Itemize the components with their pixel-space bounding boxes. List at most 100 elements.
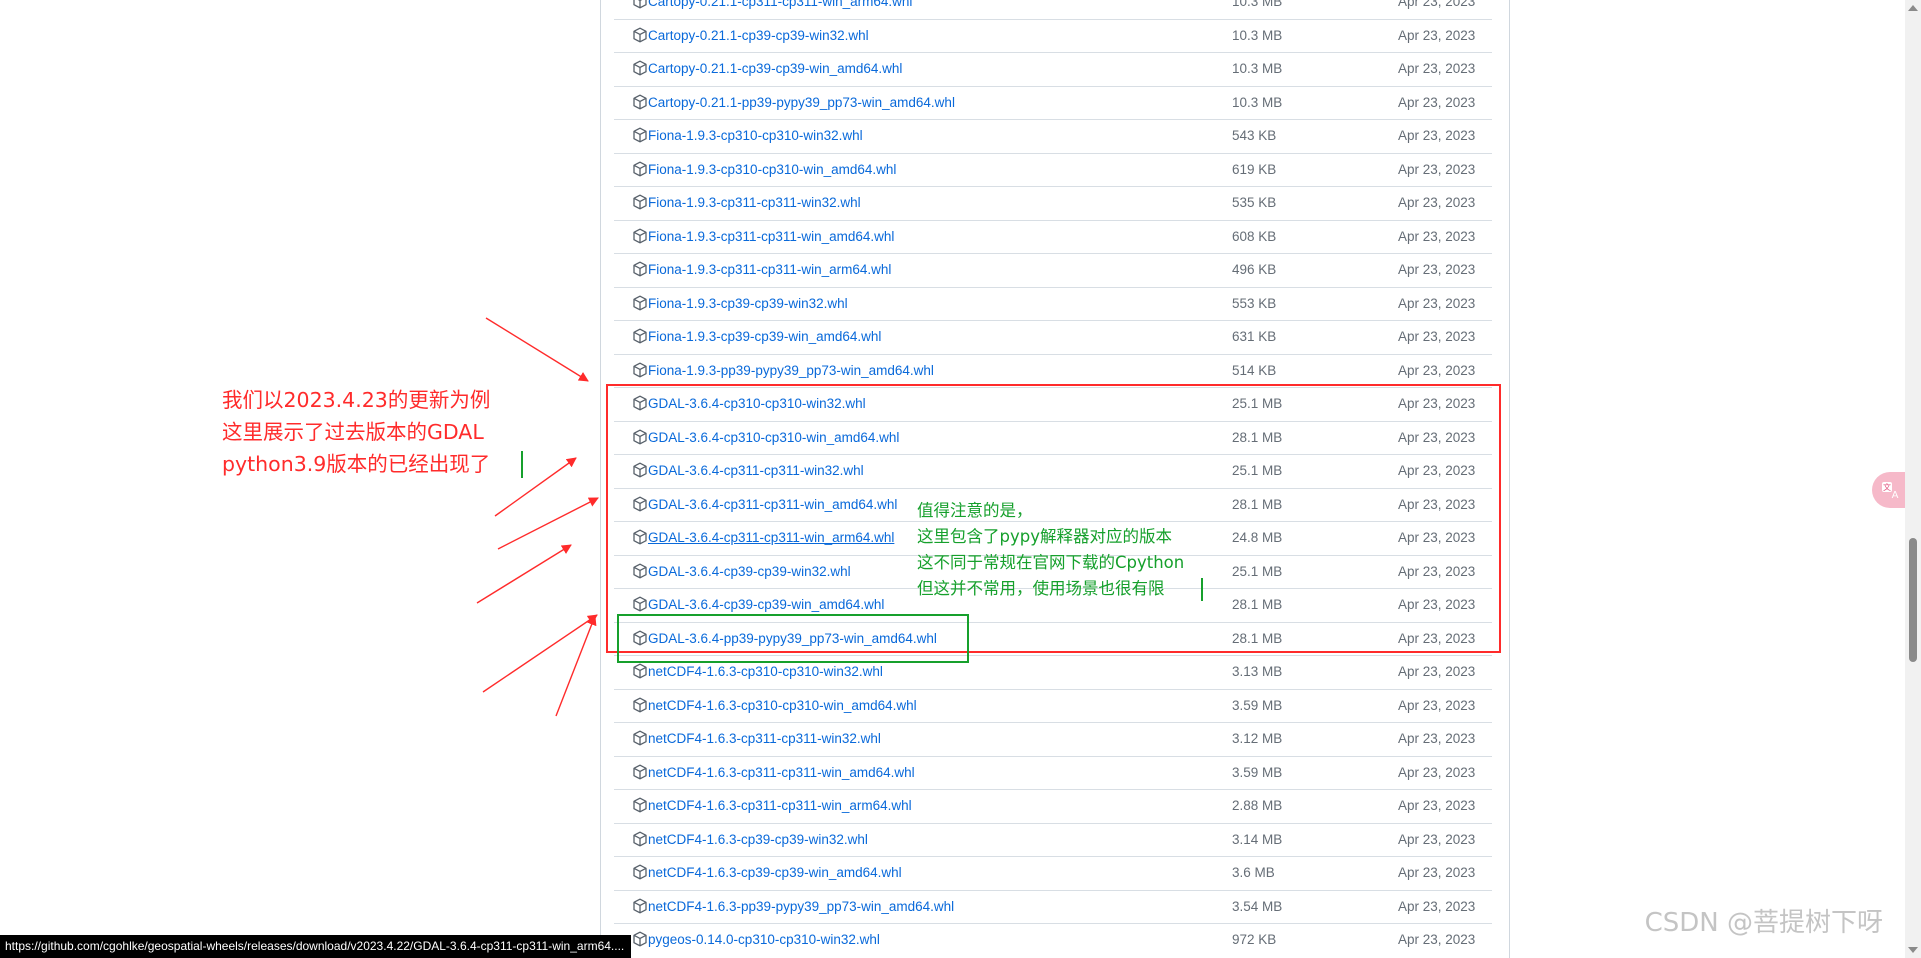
- asset-date: Apr 23, 2023: [1398, 798, 1476, 813]
- asset-size: 3.14 MB: [1232, 831, 1283, 847]
- asset-download-link[interactable]: Cartopy-0.21.1-cp311-cp311-win_arm64.whl: [648, 0, 912, 9]
- package-icon: [633, 697, 647, 712]
- asset-download-link[interactable]: Fiona-1.9.3-cp311-cp311-win_arm64.whl: [648, 262, 891, 277]
- package-icon: [633, 94, 647, 109]
- asset-row: netCDF4-1.6.3-cp39-cp39-win32.whl 3.14 M…: [614, 822, 1492, 857]
- svg-text:文: 文: [1883, 482, 1891, 492]
- asset-download-link[interactable]: Fiona-1.9.3-pp39-pypy39_pp73-win_amd64.w…: [648, 363, 934, 378]
- asset-size: 3.6 MB: [1232, 865, 1275, 880]
- asset-row: Fiona-1.9.3-cp311-cp311-win32.whl 535 KB…: [614, 186, 1492, 220]
- asset-row: netCDF4-1.6.3-cp311-cp311-win_amd64.whl …: [614, 755, 1492, 790]
- green-highlight-box: [617, 614, 969, 663]
- package-icon: [633, 730, 647, 746]
- asset-size: 10.3 MB: [1232, 27, 1283, 43]
- package-icon: [633, 194, 647, 210]
- asset-row: Fiona-1.9.3-cp310-cp310-win_amd64.whl 61…: [614, 152, 1492, 187]
- asset-row: pygeos-0.14.0-cp310-cp310-win32.whl 972 …: [614, 923, 1492, 957]
- asset-row: Cartopy-0.21.1-cp311-cp311-win_arm64.whl…: [614, 0, 1492, 19]
- asset-row: Fiona-1.9.3-cp39-cp39-win_amd64.whl 631 …: [614, 320, 1492, 354]
- package-icon: [633, 797, 647, 813]
- asset-row: Cartopy-0.21.1-pp39-pypy39_pp73-win_amd6…: [614, 85, 1492, 120]
- package-icon: [633, 295, 647, 310]
- asset-download-link[interactable]: netCDF4-1.6.3-cp39-cp39-win32.whl: [648, 832, 868, 847]
- asset-row: netCDF4-1.6.3-cp311-cp311-win_arm64.whl …: [614, 789, 1492, 823]
- scroll-down-arrow-icon[interactable]: [1908, 947, 1918, 953]
- asset-date: Apr 23, 2023: [1398, 697, 1476, 713]
- asset-row: netCDF4-1.6.3-cp310-cp310-win_amd64.whl …: [614, 688, 1492, 723]
- asset-download-link[interactable]: Cartopy-0.21.1-cp39-cp39-win_amd64.whl: [648, 61, 902, 76]
- asset-size: 3.13 MB: [1232, 664, 1283, 679]
- asset-date: Apr 23, 2023: [1398, 161, 1476, 177]
- package-icon: [633, 931, 647, 947]
- asset-download-link[interactable]: netCDF4-1.6.3-cp310-cp310-win_amd64.whl: [648, 698, 917, 713]
- asset-date: Apr 23, 2023: [1398, 898, 1476, 914]
- asset-download-link[interactable]: netCDF4-1.6.3-cp311-cp311-win_amd64.whl: [648, 765, 915, 780]
- asset-size: 10.3 MB: [1232, 94, 1283, 110]
- text-caret: [1201, 578, 1203, 601]
- svg-text:A: A: [1892, 490, 1899, 500]
- arrow: [482, 614, 598, 693]
- package-icon: [633, 27, 647, 42]
- asset-size: 535 KB: [1232, 195, 1277, 210]
- asset-size: 553 KB: [1232, 295, 1277, 311]
- asset-date: Apr 23, 2023: [1398, 764, 1476, 780]
- asset-date: Apr 23, 2023: [1398, 362, 1476, 378]
- asset-download-link[interactable]: Fiona-1.9.3-cp311-cp311-win_amd64.whl: [648, 229, 894, 244]
- page-scrollbar[interactable]: [1905, 0, 1921, 958]
- package-icon: [633, 0, 647, 9]
- asset-download-link[interactable]: netCDF4-1.6.3-cp311-cp311-win_arm64.whl: [648, 798, 912, 813]
- arrow: [555, 615, 597, 717]
- green-annotation-line: 但这并不常用，使用场景也很有限: [917, 579, 1165, 598]
- asset-date: Apr 23, 2023: [1398, 228, 1476, 244]
- asset-download-link[interactable]: Fiona-1.9.3-cp310-cp310-win_amd64.whl: [648, 162, 896, 177]
- asset-date: Apr 23, 2023: [1398, 61, 1476, 76]
- arrow: [485, 317, 589, 382]
- green-annotation: 值得注意的是， 这里包含了pypy解释器对应的版本 这不同于常规在官网下载的Cp…: [917, 498, 1184, 602]
- asset-download-link[interactable]: netCDF4-1.6.3-cp39-cp39-win_amd64.whl: [648, 865, 902, 880]
- asset-download-link[interactable]: Cartopy-0.21.1-cp39-cp39-win32.whl: [648, 28, 869, 43]
- asset-download-link[interactable]: Fiona-1.9.3-cp39-cp39-win_amd64.whl: [648, 329, 881, 344]
- red-annotation-line: python3.9版本的已经出现了: [222, 452, 491, 476]
- asset-date: Apr 23, 2023: [1398, 27, 1476, 43]
- asset-size: 3.12 MB: [1232, 731, 1283, 746]
- scrollbar-thumb[interactable]: [1909, 538, 1917, 662]
- asset-download-link[interactable]: pygeos-0.14.0-cp310-cp310-win32.whl: [648, 932, 880, 947]
- asset-size: 972 KB: [1232, 932, 1277, 947]
- asset-date: Apr 23, 2023: [1398, 195, 1476, 210]
- package-icon: [633, 663, 647, 679]
- package-icon: [633, 898, 647, 913]
- asset-row: netCDF4-1.6.3-cp311-cp311-win32.whl 3.12…: [614, 722, 1492, 756]
- arrow: [497, 497, 599, 550]
- asset-download-link[interactable]: Cartopy-0.21.1-pp39-pypy39_pp73-win_amd6…: [648, 95, 955, 110]
- asset-size: 543 KB: [1232, 128, 1277, 143]
- translate-icon: 文 A: [1882, 482, 1899, 500]
- package-icon: [633, 161, 647, 176]
- asset-date: Apr 23, 2023: [1398, 865, 1476, 880]
- asset-date: Apr 23, 2023: [1398, 831, 1476, 847]
- asset-download-link[interactable]: netCDF4-1.6.3-cp310-cp310-win32.whl: [648, 664, 883, 679]
- asset-row: Cartopy-0.21.1-cp39-cp39-win32.whl 10.3 …: [614, 18, 1492, 53]
- asset-size: 10.3 MB: [1232, 61, 1283, 76]
- status-bar-url: https://github.com/cgohlke/geospatial-wh…: [0, 935, 631, 958]
- arrow: [494, 457, 577, 517]
- asset-download-link[interactable]: netCDF4-1.6.3-pp39-pypy39_pp73-win_amd64…: [648, 899, 954, 914]
- asset-size: 514 KB: [1232, 362, 1277, 378]
- red-annotation: 我们以2023.4.23的更新为例 这里展示了过去版本的GDAL python3…: [222, 384, 490, 480]
- asset-date: Apr 23, 2023: [1398, 295, 1476, 311]
- green-annotation-line: 这不同于常规在官网下载的Cpython: [917, 553, 1185, 572]
- asset-date: Apr 23, 2023: [1398, 731, 1476, 746]
- package-icon: [633, 261, 647, 277]
- asset-date: Apr 23, 2023: [1398, 329, 1476, 344]
- asset-download-link[interactable]: netCDF4-1.6.3-cp311-cp311-win32.whl: [648, 731, 881, 746]
- asset-download-link[interactable]: Fiona-1.9.3-cp39-cp39-win32.whl: [648, 296, 848, 311]
- asset-download-link[interactable]: Fiona-1.9.3-cp310-cp310-win32.whl: [648, 128, 863, 143]
- asset-size: 619 KB: [1232, 161, 1277, 177]
- asset-size: 10.3 MB: [1232, 0, 1283, 9]
- asset-size: 3.54 MB: [1232, 898, 1283, 914]
- scroll-up-arrow-icon[interactable]: [1908, 5, 1918, 11]
- package-icon: [633, 764, 647, 779]
- asset-row: Fiona-1.9.3-cp310-cp310-win32.whl 543 KB…: [614, 119, 1492, 153]
- asset-download-link[interactable]: Fiona-1.9.3-cp311-cp311-win32.whl: [648, 195, 861, 210]
- asset-date: Apr 23, 2023: [1398, 262, 1476, 277]
- asset-date: Apr 23, 2023: [1398, 664, 1476, 679]
